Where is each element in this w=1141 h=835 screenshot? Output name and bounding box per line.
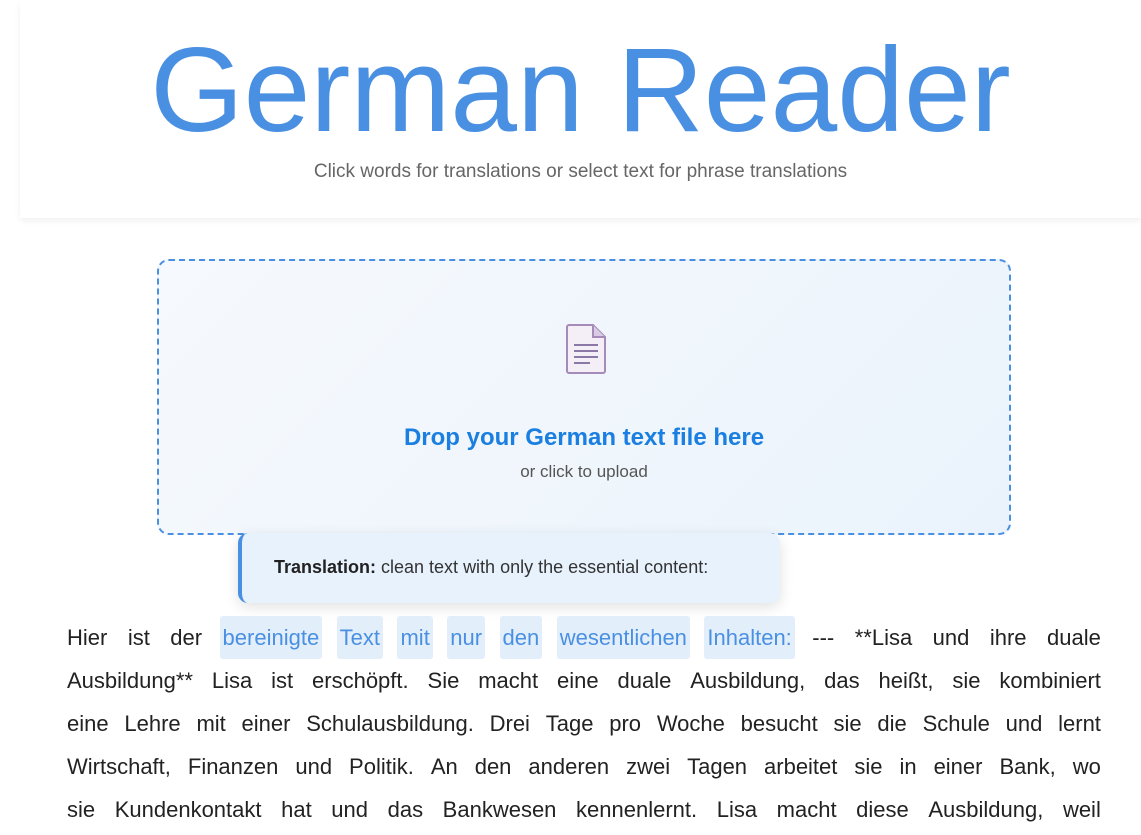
word[interactable]: kennenlernt.	[573, 788, 700, 831]
word-selected[interactable]: Inhalten:	[704, 616, 795, 659]
app-header: German Reader Click words for translatio…	[20, 0, 1141, 218]
word[interactable]: Bankwesen	[440, 788, 560, 831]
word[interactable]: den	[472, 745, 515, 788]
word[interactable]: der	[167, 616, 205, 659]
word[interactable]: in	[896, 745, 919, 788]
word[interactable]: duale	[615, 659, 675, 702]
word[interactable]: Sie	[425, 659, 463, 702]
word[interactable]: und	[1003, 702, 1046, 745]
word[interactable]: eine	[64, 702, 112, 745]
text-line: Ausbildung** Lisa ist erschöpft. Sie macht ein…	[64, 659, 1104, 702]
text-line: sie Kundenkontakt hat und das Bankwesen kennen…	[64, 788, 1104, 831]
word[interactable]: ist	[125, 616, 153, 659]
word[interactable]: macht	[475, 659, 541, 702]
word[interactable]: wo	[1070, 745, 1104, 788]
word-selected[interactable]: mit	[397, 616, 433, 659]
word[interactable]: macht	[774, 788, 840, 831]
word[interactable]: **Lisa	[852, 616, 915, 659]
word[interactable]: sie	[851, 745, 885, 788]
word[interactable]: Lisa	[209, 659, 255, 702]
word[interactable]: sie	[949, 659, 983, 702]
word[interactable]: diese	[853, 788, 912, 831]
word[interactable]: das	[821, 659, 862, 702]
word[interactable]: erschöpft.	[309, 659, 412, 702]
word[interactable]: sie	[64, 788, 98, 831]
word[interactable]: und	[292, 745, 335, 788]
word[interactable]: und	[328, 788, 371, 831]
word-selected[interactable]: bereinigte	[219, 616, 323, 659]
word[interactable]: Lisa	[714, 788, 760, 831]
word[interactable]: Ausbildung,	[925, 788, 1046, 831]
upload-title: Drop your German text file here	[403, 424, 765, 451]
word[interactable]: Tagen	[684, 745, 750, 788]
word[interactable]: anderen	[525, 745, 612, 788]
word[interactable]: Ausbildung**	[64, 659, 196, 702]
word[interactable]: Bank,	[996, 745, 1058, 788]
word[interactable]: kombiniert	[996, 659, 1103, 702]
word[interactable]: An	[428, 745, 461, 788]
word[interactable]: zwei	[623, 745, 673, 788]
word[interactable]: heißt,	[875, 659, 936, 702]
word[interactable]: duale	[1044, 616, 1104, 659]
document-icon	[566, 324, 606, 374]
word[interactable]: Schulausbildung.	[303, 702, 477, 745]
word[interactable]: Woche	[654, 702, 728, 745]
word[interactable]: ist	[268, 659, 296, 702]
file-dropzone[interactable]: Drop your German text file here or click…	[157, 259, 1011, 535]
word[interactable]: die	[874, 702, 909, 745]
word-selected[interactable]: den	[499, 616, 543, 659]
word[interactable]: Ausbildung,	[687, 659, 808, 702]
word[interactable]: weil	[1060, 788, 1104, 831]
translation-tooltip: Translation: clean text with only the es…	[238, 533, 780, 603]
word[interactable]: Hier	[64, 616, 110, 659]
upload-subtitle: or click to upload	[520, 462, 648, 481]
word-selected[interactable]: nur	[447, 616, 486, 659]
word[interactable]: das	[385, 788, 426, 831]
word[interactable]: Kundenkontakt	[112, 788, 265, 831]
word[interactable]: Tage	[543, 702, 597, 745]
word[interactable]: Politik.	[346, 745, 417, 788]
word[interactable]: hat	[278, 788, 315, 831]
word[interactable]: ihre	[987, 616, 1030, 659]
text-line: eine Lehre mit einer Schulausbildung. Drei Tag…	[64, 702, 1104, 745]
page-title: German Reader	[150, 23, 1011, 157]
word[interactable]: einer	[239, 702, 294, 745]
word[interactable]: Lehre	[121, 702, 183, 745]
text-line: Wirtschaft, Finanzen und Politik. An den ander…	[64, 745, 1104, 788]
word-selected[interactable]: Text	[336, 616, 384, 659]
word[interactable]: eine	[554, 659, 602, 702]
word[interactable]: ---	[809, 616, 837, 659]
word[interactable]: arbeitet	[761, 745, 840, 788]
word[interactable]: Schule	[920, 702, 993, 745]
word[interactable]: Finanzen	[185, 745, 282, 788]
word[interactable]: und	[930, 616, 973, 659]
word[interactable]: lernt	[1055, 702, 1104, 745]
word[interactable]: Drei	[487, 702, 533, 745]
word[interactable]: besucht	[738, 702, 821, 745]
word-selected[interactable]: wesentlichen	[556, 616, 690, 659]
page-subtitle: Click words for translations or select t…	[313, 161, 848, 182]
translation-text: clean text with only the essential conte…	[376, 557, 709, 577]
reader-text: Hier ist der bereinigte Text mit nur den wesentl…	[64, 616, 1104, 831]
translation-label: Translation:	[274, 557, 377, 577]
word[interactable]: Wirtschaft,	[64, 745, 174, 788]
word[interactable]: sie	[831, 702, 865, 745]
word[interactable]: einer	[931, 745, 986, 788]
text-line: Hier ist der bereinigte Text mit nur den wesentl…	[64, 616, 1104, 659]
word[interactable]: mit	[193, 702, 228, 745]
word[interactable]: pro	[606, 702, 644, 745]
